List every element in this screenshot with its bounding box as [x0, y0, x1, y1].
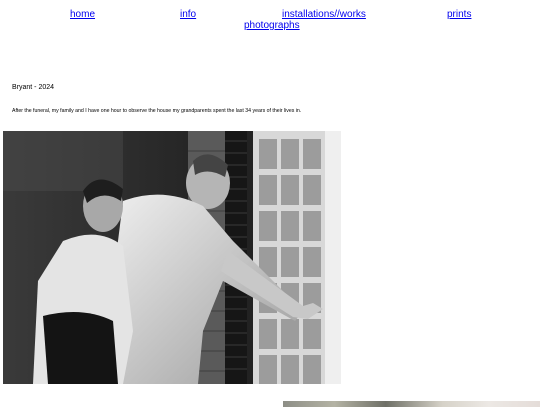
nav-link-prints[interactable]: prints [447, 9, 471, 20]
nav-link-photographs[interactable]: photographs [244, 20, 300, 31]
next-photo-preview [283, 401, 540, 407]
nav-link-info[interactable]: info [180, 9, 196, 20]
photo-illustration [3, 131, 341, 384]
post-caption: After the funeral, my family and I have … [12, 108, 302, 114]
post-title: Bryant - 2024 [12, 84, 55, 91]
nav-link-installations-works[interactable]: installations//works [282, 9, 366, 20]
nav-link-home[interactable]: home [70, 9, 95, 20]
photo-two-men-at-window [3, 131, 341, 384]
